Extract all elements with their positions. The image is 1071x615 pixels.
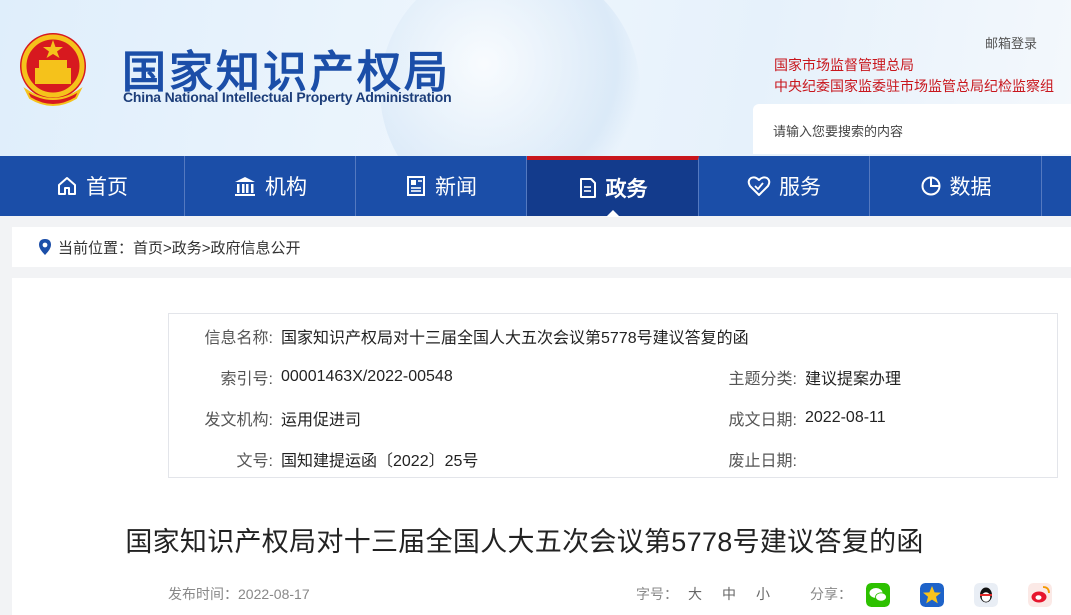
info-label: 索引号: [220, 371, 273, 388]
nav-item-home[interactable]: 首页 [0, 156, 185, 216]
qzone-share-icon[interactable] [920, 583, 944, 607]
info-table: 信息名称: 国家知识产权局对十三届全国人大五次会议第5778号建议答复的函 索引… [168, 313, 1058, 478]
info-value: 2022-08-11 [805, 409, 886, 426]
info-row-issuer: 发文机构: 运用促进司 [169, 406, 361, 430]
wechat-share-icon[interactable] [866, 583, 890, 607]
service-icon [747, 176, 771, 196]
article-content: 信息名称: 国家知识产权局对十三届全国人大五次会议第5778号建议答复的函 索引… [12, 278, 1071, 615]
national-emblem-logo[interactable] [16, 28, 90, 108]
publish-time: 发布时间：2022-08-17 [168, 586, 310, 602]
breadcrumb-path[interactable]: 首页>政务>政府信息公开 [133, 237, 301, 258]
samr-link[interactable]: 国家市场监督管理总局 [774, 55, 1054, 76]
info-row-index: 索引号: 00001463X/2022-00548 [169, 365, 453, 389]
nav-item-more[interactable] [1042, 156, 1071, 216]
nav-label: 首页 [86, 176, 128, 199]
site-logo-subtitle: China National Intellectual Property Adm… [123, 89, 452, 105]
nav-item-service[interactable]: 服务 [699, 156, 870, 216]
info-row-name: 信息名称: 国家知识产权局对十三届全国人大五次会议第5778号建议答复的函 [169, 324, 749, 348]
breadcrumb-prefix: 当前位置： [58, 239, 134, 257]
nav-label: 服务 [779, 176, 821, 199]
font-size-label: 字号： [636, 586, 678, 602]
nav-item-institution[interactable]: 机构 [185, 156, 356, 216]
institution-icon [235, 177, 255, 196]
info-label: 文号: [236, 453, 273, 470]
nav-item-data[interactable]: 数据 [870, 156, 1042, 216]
main-nav: 首页 机构 新闻 政务 服务 数据 [0, 156, 1071, 217]
search-input[interactable]: 请输入您要搜索的内容 [773, 121, 903, 140]
font-size-small[interactable]: 小 [756, 584, 770, 604]
info-value: 国知建提运函〔2022〕25号 [281, 453, 479, 470]
nav-item-government-affairs[interactable]: 政务 [527, 156, 699, 217]
font-size-large[interactable]: 大 [688, 584, 702, 604]
search-box[interactable]: 请输入您要搜索的内容 [753, 104, 1071, 154]
pie-chart-icon [921, 176, 940, 196]
home-icon [58, 177, 76, 195]
nav-item-news[interactable]: 新闻 [356, 156, 527, 216]
location-pin-icon [39, 239, 51, 255]
info-label: 废止日期: [728, 453, 797, 470]
info-row-docno: 文号: 国知建提运函〔2022〕25号 [169, 447, 479, 471]
nav-label: 机构 [265, 176, 307, 199]
qq-share-icon[interactable] [974, 583, 998, 607]
info-value: 建议提案办理 [805, 371, 902, 388]
info-value: 国家知识产权局对十三届全国人大五次会议第5778号建议答复的函 [281, 330, 749, 347]
nav-label: 政务 [605, 178, 648, 201]
article-title: 国家知识产权局对十三届全国人大五次会议第5778号建议答复的函 [125, 527, 924, 557]
site-header: 国家知识产权局 China National Intellectual Prop… [0, 0, 1071, 156]
nav-label: 新闻 [435, 176, 477, 199]
share-label: 分享： [810, 586, 852, 602]
email-login-link[interactable]: 邮箱登录 [985, 33, 1037, 52]
info-label: 成文日期: [728, 412, 797, 429]
info-row-date: 成文日期: 2022-08-11 [693, 406, 886, 430]
nav-label: 数据 [949, 176, 992, 199]
breadcrumb: 当前位置： 首页>政务>政府信息公开 [12, 227, 1071, 267]
info-row-topic: 主题分类: 建议提案办理 [693, 365, 901, 389]
discipline-inspection-link[interactable]: 中央纪委国家监委驻市场监管总局纪检监察组 [774, 76, 1054, 97]
related-links: 国家市场监督管理总局 中央纪委国家监委驻市场监管总局纪检监察组 [774, 55, 1054, 97]
info-label: 主题分类: [728, 371, 797, 388]
info-value: 00001463X/2022-00548 [281, 368, 453, 385]
document-icon [579, 178, 596, 198]
info-row-expire: 废止日期: [693, 447, 805, 471]
info-value: 运用促进司 [281, 412, 362, 429]
news-icon [407, 176, 425, 196]
info-label: 发文机构: [204, 412, 273, 429]
font-size-medium[interactable]: 中 [722, 584, 736, 604]
weibo-share-icon[interactable] [1028, 583, 1052, 607]
info-label: 信息名称: [204, 330, 273, 347]
